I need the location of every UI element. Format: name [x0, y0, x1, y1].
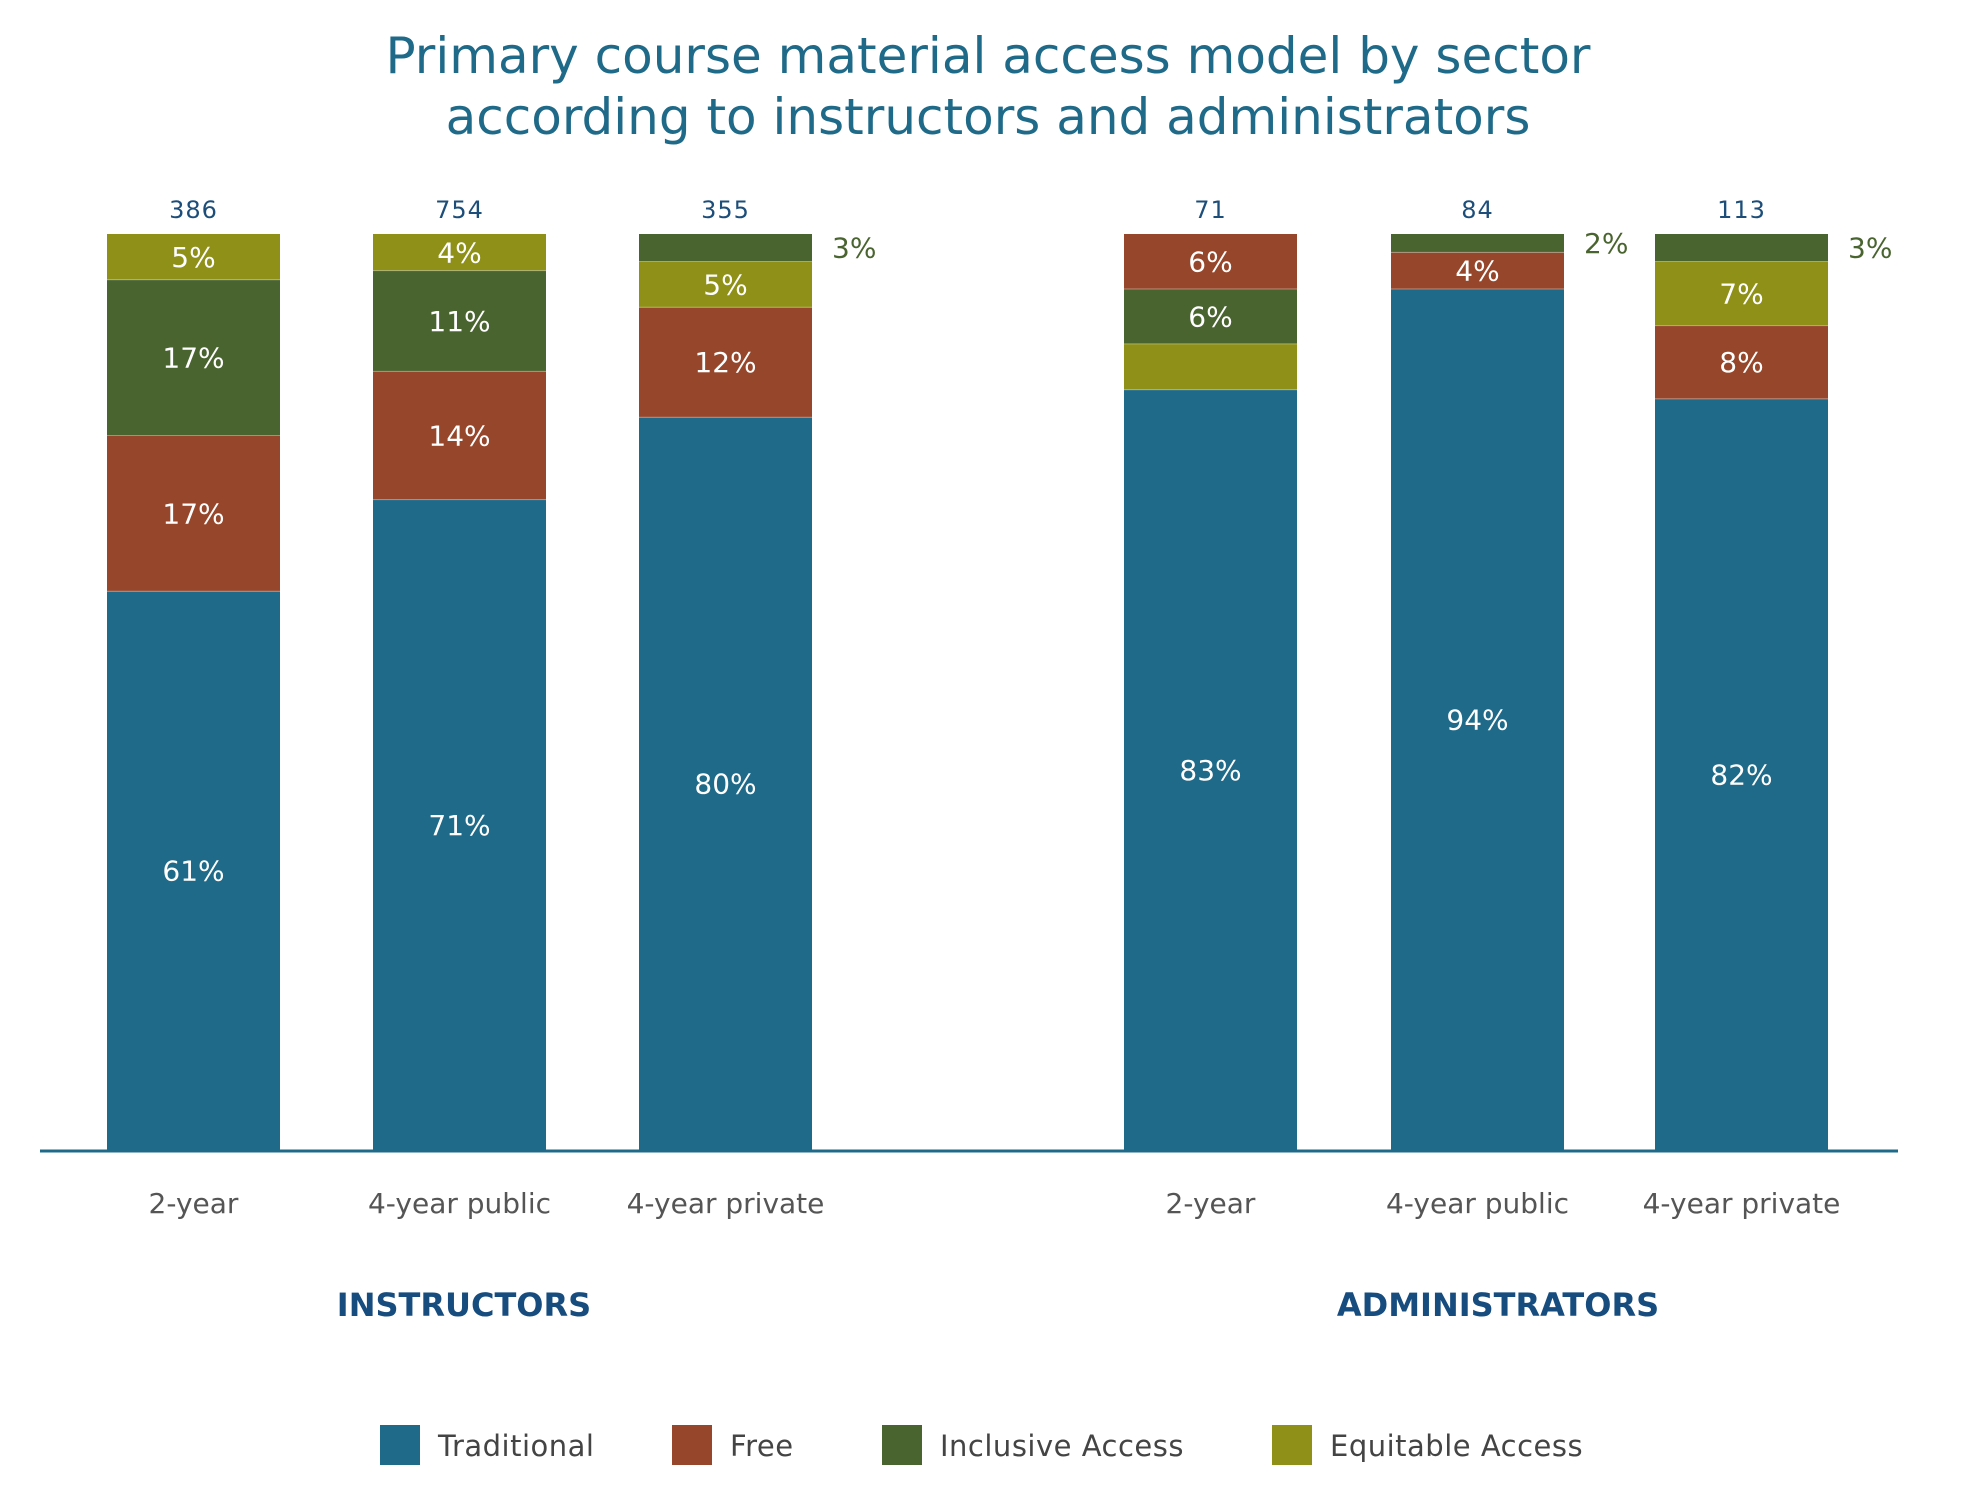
bar-count-label: 355: [701, 196, 750, 224]
group-label-instructors: INSTRUCTORS: [337, 1286, 591, 1324]
category-tick-label: 4-year public: [368, 1187, 551, 1220]
segment-label: 11%: [428, 305, 490, 338]
legend-item-free: Free: [672, 1425, 794, 1465]
segment-label: 94%: [1446, 703, 1508, 736]
chart-title: Primary course material access model by …: [386, 27, 1591, 146]
legend-label: Traditional: [437, 1429, 595, 1463]
segment-label: 5%: [171, 241, 215, 274]
segment-label: 80%: [694, 768, 756, 801]
segment-label: 17%: [162, 342, 224, 375]
chart-title-line-1: Primary course material access model by …: [386, 27, 1591, 85]
legend-label: Equitable Access: [1330, 1429, 1583, 1463]
segment-label: 4%: [1455, 255, 1499, 288]
segment-label-outside: 3%: [832, 232, 876, 265]
bar-segment-inclusive-access: [639, 234, 812, 262]
legend-item-inclusive-access: Inclusive Access: [882, 1425, 1184, 1465]
bar-segment-equitable-access: [1124, 343, 1297, 390]
bar-segment-inclusive-access: [1655, 234, 1828, 262]
chart-title-line-2: according to instructors and administrat…: [446, 88, 1531, 146]
legend-swatch: [672, 1425, 712, 1465]
segment-label: 6%: [1188, 245, 1232, 278]
category-tick-label: 2-year: [1166, 1187, 1256, 1220]
segment-label: 7%: [1719, 278, 1763, 311]
legend-label: Inclusive Access: [940, 1429, 1184, 1463]
segment-label: 8%: [1719, 346, 1763, 379]
bar-count-label: 71: [1194, 196, 1227, 224]
bar-count-label: 754: [435, 196, 484, 224]
group-label-administrators: ADMINISTRATORS: [1337, 1286, 1659, 1324]
category-tick-label: 4-year public: [1386, 1187, 1569, 1220]
category-tick-label: 4-year private: [627, 1187, 825, 1220]
bars-layer: [107, 234, 1828, 1151]
legend-item-equitable-access: Equitable Access: [1272, 1425, 1583, 1465]
bar-count-label: 84: [1461, 196, 1494, 224]
bar-count-label: 386: [169, 196, 218, 224]
legend-swatch: [1272, 1425, 1312, 1465]
legend-swatch: [380, 1425, 420, 1465]
legend: Traditional Free Inclusive Access Equitable…: [380, 1425, 1583, 1465]
segment-label: 4%: [437, 236, 481, 269]
segment-label: 5%: [703, 268, 747, 301]
segment-label: 82%: [1710, 758, 1772, 791]
segment-label: 14%: [428, 420, 490, 453]
segment-label: 71%: [428, 809, 490, 842]
legend-swatch: [882, 1425, 922, 1465]
segment-label: 83%: [1179, 754, 1241, 787]
segment-label-outside: 2%: [1584, 227, 1628, 260]
segment-label: 17%: [162, 497, 224, 530]
category-tick-label: 2-year: [149, 1187, 239, 1220]
bar-count-label: 113: [1717, 196, 1766, 224]
legend-item-traditional: Traditional: [380, 1425, 595, 1465]
category-tick-label: 4-year private: [1643, 1187, 1841, 1220]
segment-label-outside: 3%: [1848, 232, 1892, 265]
bar-segment-inclusive-access: [1391, 234, 1564, 253]
legend-label: Free: [730, 1429, 794, 1463]
segment-label: 61%: [162, 855, 224, 888]
stacked-bar-chart: Primary course material access model by …: [40, 27, 1898, 1465]
segment-label: 6%: [1188, 300, 1232, 333]
segment-label: 12%: [694, 346, 756, 379]
